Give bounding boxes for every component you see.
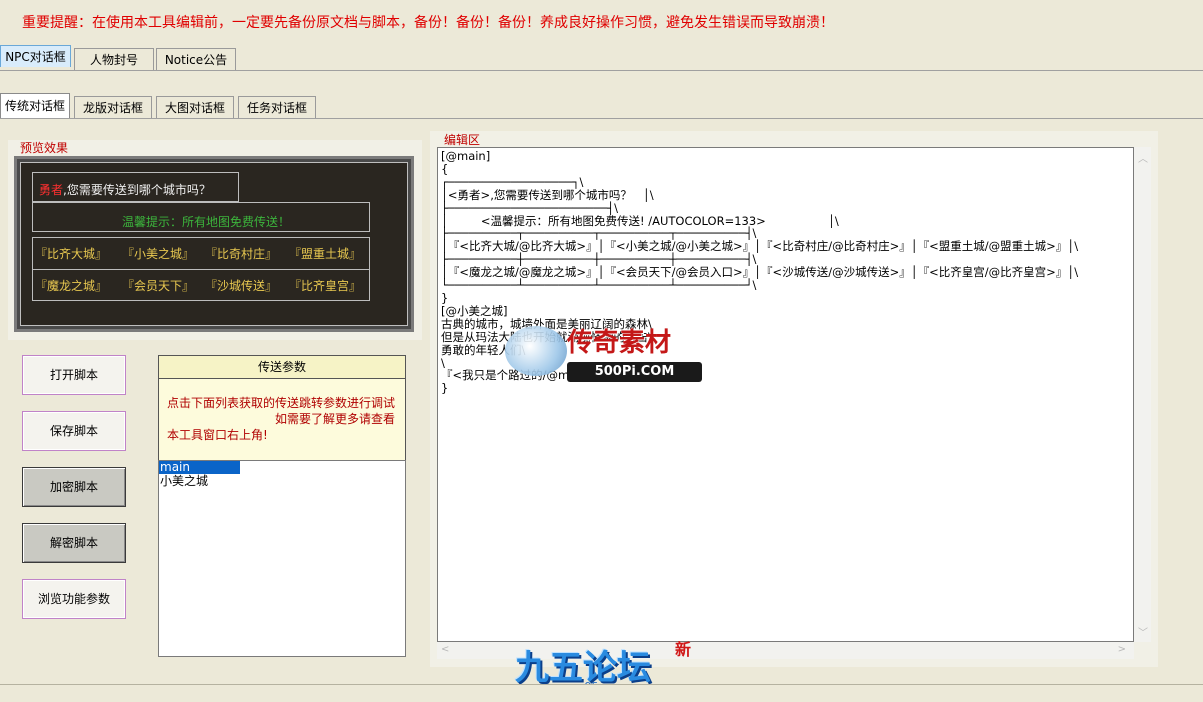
transfer-params-desc-line1: 点击下面列表获取的传送跳转参数进行调试 [167, 396, 396, 410]
watermark-500pi: 传奇素材 500Pi.COM [505, 318, 705, 388]
city-biqi-village[interactable]: 『比奇村庄』 [205, 245, 277, 262]
transfer-params-desc-line2: 如需要了解更多请查看 [275, 412, 396, 426]
tab-traditional-dialog[interactable]: 传统对话框 [0, 93, 70, 118]
label-list[interactable]: main 小美之城 [158, 460, 406, 657]
preview-question: ,您需要传送到哪个城市吗？ [63, 183, 211, 197]
preview-hero: 勇者 [39, 183, 64, 197]
transfer-params-desc: 点击下面列表获取的传送跳转参数进行调试 如需要了解更多请查看 本工具窗口右上角! [159, 379, 405, 443]
watermark-95gm-badge: 新 [675, 640, 692, 659]
editor-title: 编辑区 [444, 133, 481, 147]
city-row-divider [32, 269, 370, 270]
transfer-params-title: 传送参数 [159, 356, 405, 379]
city-sabuk[interactable]: 『沙城传送』 [205, 277, 277, 294]
city-palace[interactable]: 『比齐皇宫』 [289, 277, 361, 294]
scroll-left-icon[interactable]: < [441, 644, 449, 655]
list-item[interactable]: main [159, 461, 240, 474]
encrypt-script-button[interactable]: 加密脚本 [22, 467, 126, 507]
watermark-500pi-badge-icon [505, 326, 567, 376]
status-bar [0, 684, 1203, 702]
scroll-right-icon[interactable]: > [1118, 644, 1126, 655]
save-script-button[interactable]: 保存脚本 [22, 411, 126, 451]
scroll-up-icon[interactable]: ︿ [1138, 150, 1148, 165]
list-item[interactable]: 小美之城 [159, 474, 405, 488]
watermark-500pi-url: 500Pi.COM [567, 362, 702, 382]
tab-npc-dialog[interactable]: NPC对话框 [0, 45, 71, 67]
sub-tab-divider [0, 118, 1203, 119]
city-molong[interactable]: 『魔龙之城』 [35, 277, 107, 294]
city-vip[interactable]: 『会员天下』 [122, 277, 194, 294]
browse-params-button[interactable]: 浏览功能参数 [22, 579, 126, 619]
tab-notice[interactable]: Notice公告 [156, 48, 236, 70]
editor-vertical-scrollbar[interactable]: ︿ ﹀ [1134, 147, 1151, 642]
preview-panel: 勇者,您需要传送到哪个城市吗？ 温馨提示：所有地图免费传送！ 『比齐大城』 『小… [14, 156, 414, 332]
city-biqi-city[interactable]: 『比齐大城』 [35, 245, 107, 262]
city-mengzhong[interactable]: 『盟重土城』 [289, 245, 361, 262]
warning-text: 重要提醒：在使用本工具编辑前，一定要先备份原文档与脚本，备份！备份！备份！养成良… [22, 15, 834, 31]
preview-title: 预览效果 [20, 141, 69, 155]
city-xiaomei[interactable]: 『小美之城』 [122, 245, 194, 262]
watermark-500pi-logo: 传奇素材 [567, 328, 672, 358]
scroll-down-icon[interactable]: ﹀ [1138, 624, 1148, 639]
script-editor[interactable]: [@main] { ┌──────────────────┐\ │<勇者>,您需… [437, 147, 1134, 642]
decrypt-script-button[interactable]: 解密脚本 [22, 523, 126, 563]
transfer-params-desc-line3: 本工具窗口右上角! [167, 428, 268, 442]
tab-bigmap-dialog[interactable]: 大图对话框 [156, 96, 234, 118]
open-script-button[interactable]: 打开脚本 [22, 355, 126, 395]
tab-character-title[interactable]: 人物封号 [74, 48, 154, 70]
preview-tip: 温馨提示：所有地图免费传送！ [122, 215, 291, 229]
tab-dragon-dialog[interactable]: 龙版对话框 [74, 96, 152, 118]
tab-quest-dialog[interactable]: 任务对话框 [238, 96, 316, 118]
transfer-params-panel: 传送参数 点击下面列表获取的传送跳转参数进行调试 如需要了解更多请查看 本工具窗… [158, 355, 406, 461]
main-tab-divider [0, 70, 1203, 71]
